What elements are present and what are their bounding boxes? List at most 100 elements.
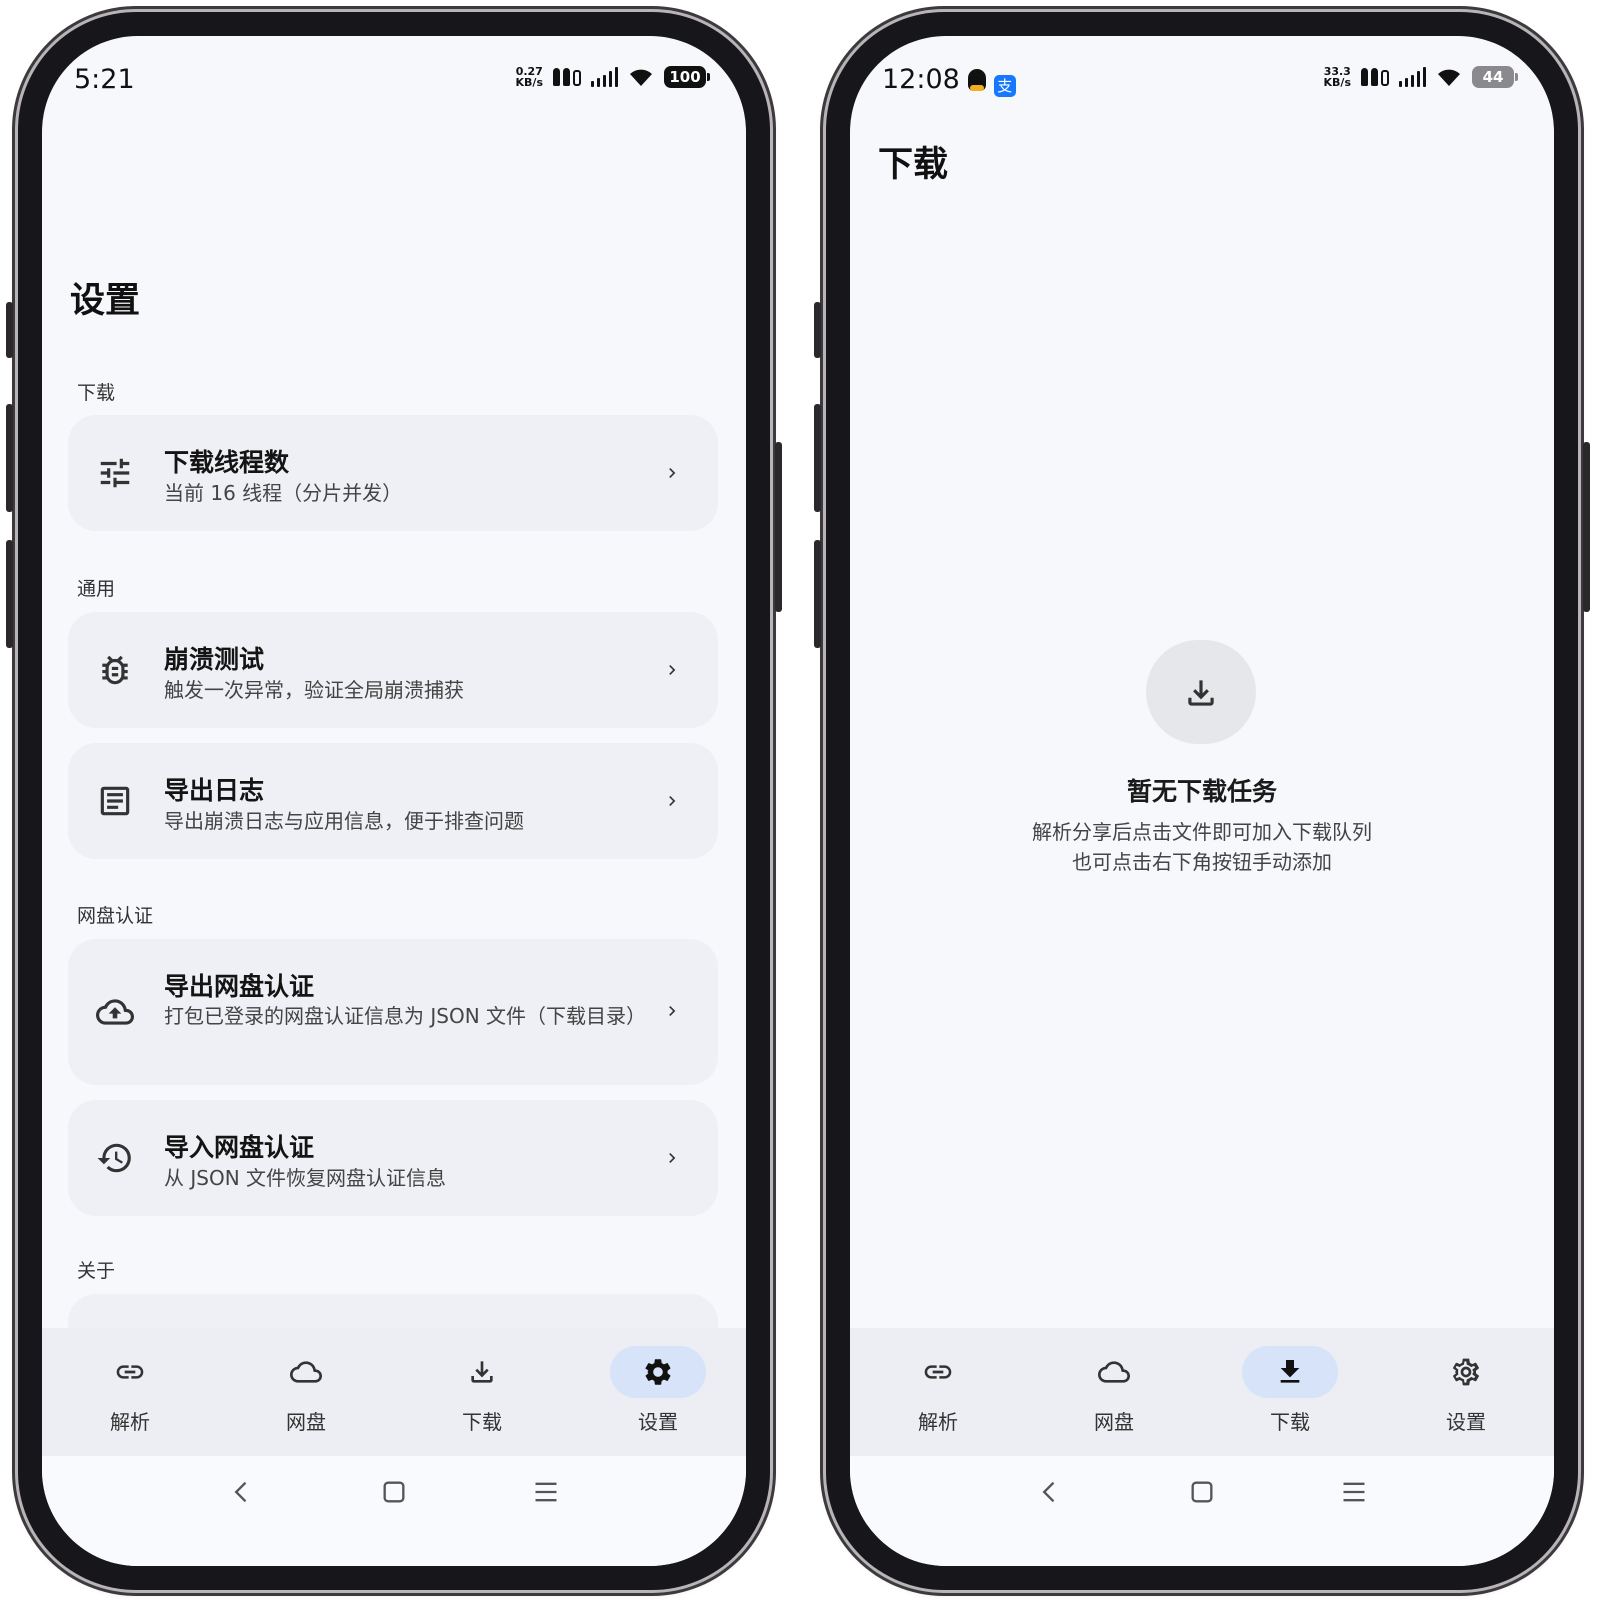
import-auth-item[interactable]: 导入网盘认证 从 JSON 文件恢复网盘认证信息 [68,1100,718,1216]
home-icon[interactable] [1188,1478,1216,1506]
tab-label: 下载 [462,1410,502,1434]
gear-icon [1452,1358,1479,1386]
item-title: 导出日志 [164,776,265,805]
item-title: 崩溃测试 [164,645,265,674]
volume-down-button [6,540,13,648]
status-time-text: 12:08 [882,64,960,95]
tab-label: 下载 [1270,1410,1310,1434]
tab-label: 设置 [1446,1410,1486,1434]
chevron-right-icon [669,665,676,675]
volume-up-button [6,404,13,512]
bottom-tab-bar: 解析 网盘 下载 设置 [850,1328,1554,1456]
back-icon[interactable] [1036,1478,1064,1506]
home-icon[interactable] [380,1478,408,1506]
power-button [1583,442,1590,612]
back-icon[interactable] [228,1478,256,1506]
tab-parse[interactable]: 解析 [42,1328,218,1456]
item-title: 导入网盘认证 [164,1133,315,1162]
system-nav-bar [42,1456,746,1566]
menu-icon[interactable] [532,1478,560,1506]
network-speed-unit: KB/s [515,76,543,89]
link-icon [116,1365,144,1379]
page-title: 下载 [878,145,949,185]
bottom-tab-bar: 解析 网盘 下载 设置 [42,1328,746,1456]
cloud-icon [290,1361,322,1383]
empty-state-hint: 解析分享后点击文件即可加入下载队列 [1032,820,1372,844]
phone-frame-left: 5:21 0.27 KB/s 100 设置 下载 下载线程数 当前 16 线程（… [6,12,782,1590]
section-label-general: 通用 [77,578,116,600]
menu-icon[interactable] [1340,1478,1368,1506]
volume-up-button [814,404,821,512]
chevron-right-icon [669,1153,676,1163]
download-icon [1280,1360,1300,1383]
signal-icon [1399,67,1426,87]
crash-test-item[interactable]: 崩溃测试 触发一次异常，验证全局崩溃捕获 [68,612,718,728]
tab-settings[interactable]: 设置 [1378,1328,1554,1456]
gear-icon [645,1359,671,1385]
cloud-icon [1098,1361,1130,1383]
export-auth-item[interactable]: 导出网盘认证 打包已登录的网盘认证信息为 JSON 文件（下载目录） [68,939,718,1085]
tab-download[interactable]: 下载 [1202,1328,1378,1456]
link-icon [924,1365,952,1379]
tab-label: 网盘 [286,1410,326,1434]
side-button [814,302,821,358]
tab-label: 设置 [638,1410,678,1434]
status-bar: 12:08 支 33.3 KB/s 44 [850,36,1554,116]
earbuds-icon [553,68,581,86]
download-screen: 12:08 支 33.3 KB/s 44 下载 暂无下载任务 解析分享后点击文件即… [850,36,1554,1566]
power-button [775,442,782,612]
signal-icon [591,67,618,87]
download-icon [1188,680,1214,706]
history-icon [97,1143,131,1173]
tab-download[interactable]: 下载 [394,1328,570,1456]
tab-parse[interactable]: 解析 [850,1328,1026,1456]
tab-label: 解析 [110,1410,150,1434]
export-logs-item[interactable]: 导出日志 导出崩溃日志与应用信息，便于排查问题 [68,743,718,859]
download-threads-item[interactable]: 下载线程数 当前 16 线程（分片并发） [68,415,718,531]
tab-cloud[interactable]: 网盘 [218,1328,394,1456]
download-icon [471,1361,493,1383]
battery-indicator: 44 [1472,66,1518,88]
item-subtitle: 打包已登录的网盘认证信息为 JSON 文件（下载目录） [164,1004,647,1028]
item-subtitle: 触发一次异常，验证全局崩溃捕获 [164,678,464,702]
earbuds-icon [1361,68,1389,86]
chevron-right-icon [669,1006,676,1016]
cloud-upload-icon [96,999,134,1025]
network-speed-unit: KB/s [1323,76,1351,89]
volume-down-button [814,540,821,648]
section-label-auth: 网盘认证 [77,905,154,927]
phone-frame-right: 12:08 支 33.3 KB/s 44 下载 暂无下载任务 解析分享后点击文件即… [814,12,1590,1590]
tab-settings[interactable]: 设置 [570,1328,746,1456]
wifi-icon [630,69,652,86]
item-subtitle: 当前 16 线程（分片并发） [164,481,403,505]
item-title: 下载线程数 [164,448,290,477]
empty-state-icon-circle [1146,640,1256,744]
tune-icon [100,458,130,488]
battery-indicator: 100 [664,66,710,88]
tab-label: 网盘 [1094,1410,1134,1434]
empty-state-hint: 也可点击右下角按钮手动添加 [1072,850,1332,874]
bug-icon [102,655,128,685]
network-speed: 33.3 KB/s [1324,66,1351,88]
wifi-icon [1438,69,1460,86]
section-label-download: 下载 [77,382,116,404]
tab-cloud[interactable]: 网盘 [1026,1328,1202,1456]
status-time: 12:08 支 [882,64,1016,97]
chevron-right-icon [669,468,676,478]
network-speed: 0.27 KB/s [516,66,543,88]
item-subtitle: 导出崩溃日志与应用信息，便于排查问题 [164,809,524,833]
tab-label: 解析 [918,1410,958,1434]
chevron-right-icon [669,796,676,806]
alipay-icon: 支 [993,75,1016,97]
settings-screen: 5:21 0.27 KB/s 100 设置 下载 下载线程数 当前 16 线程（… [42,36,746,1566]
item-subtitle: 从 JSON 文件恢复网盘认证信息 [164,1166,447,1190]
page-title: 设置 [70,281,141,321]
status-time: 5:21 [74,64,135,95]
empty-state-title: 暂无下载任务 [1126,777,1277,806]
item-title: 导出网盘认证 [164,972,315,1001]
system-nav-bar [850,1456,1554,1566]
qq-icon [967,69,986,91]
side-button [6,302,13,358]
article-icon [100,786,130,816]
status-bar: 5:21 0.27 KB/s 100 [42,36,746,116]
